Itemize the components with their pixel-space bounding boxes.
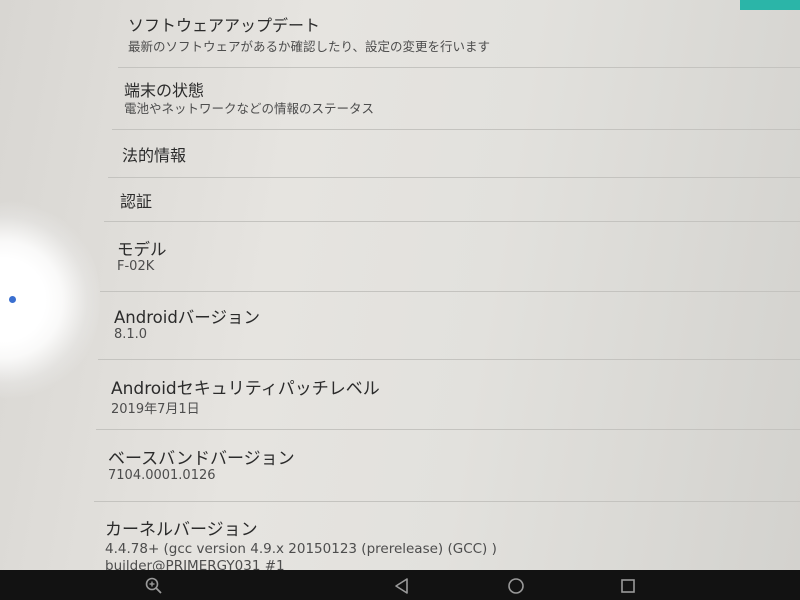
settings-item-title: カーネルバージョン (105, 520, 258, 540)
home-icon[interactable] (504, 574, 528, 598)
settings-screen: ソフトウェアアップデート 最新のソフトウェアがあるか確認したり、設定の変更を行い… (0, 0, 800, 570)
settings-item-subtitle: 電池やネットワークなどの情報のステータス (124, 101, 375, 116)
settings-item-subtitle: 2019年7月1日 (111, 402, 200, 417)
settings-item-certification[interactable]: 認証 (104, 178, 800, 222)
settings-item-subtitle: F-02K (117, 259, 155, 274)
settings-item-title: ソフトウェアアップデート (128, 16, 321, 35)
settings-item-subtitle: 7104.0001.0126 (108, 468, 216, 483)
settings-item-title: ベースバンドバージョン (108, 449, 295, 469)
back-icon[interactable] (390, 574, 414, 598)
navigation-bar (0, 570, 800, 600)
settings-item-title: 認証 (120, 192, 153, 211)
settings-item-kernel-version[interactable]: カーネルバージョン 4.4.78+ (gcc version 4.9.x 201… (92, 502, 800, 570)
settings-item-subtitle: 8.1.0 (114, 327, 148, 342)
settings-item-baseband-version[interactable]: ベースバンドバージョン 7104.0001.0126 (94, 430, 800, 502)
settings-item-security-patch[interactable]: Androidセキュリティパッチレベル 2019年7月1日 (96, 360, 800, 430)
settings-item-title: 法的情報 (122, 146, 187, 165)
settings-item-title: モデル (117, 240, 167, 259)
glare-dot (9, 296, 16, 303)
settings-item-android-version[interactable]: Androidバージョン 8.1.0 (98, 292, 800, 360)
settings-item-software-update[interactable]: ソフトウェアアップデート 最新のソフトウェアがあるか確認したり、設定の変更を行い… (118, 0, 800, 68)
settings-item-subtitle-2: builder@PRIMERGY031 #1 (105, 558, 285, 570)
settings-item-subtitle: 4.4.78+ (gcc version 4.9.x 20150123 (pre… (105, 541, 497, 557)
zoom-icon[interactable] (142, 574, 166, 598)
settings-item-model[interactable]: モデル F-02K (100, 222, 800, 292)
recents-icon[interactable] (616, 574, 640, 598)
settings-item-subtitle: 最新のソフトウェアがあるか確認したり、設定の変更を行います (128, 39, 491, 54)
settings-item-device-status[interactable]: 端末の状態 電池やネットワークなどの情報のステータス (112, 68, 800, 130)
settings-item-title: Androidセキュリティパッチレベル (111, 379, 380, 399)
settings-item-title: Androidバージョン (114, 308, 260, 327)
settings-item-legal-info[interactable]: 法的情報 (108, 130, 800, 178)
